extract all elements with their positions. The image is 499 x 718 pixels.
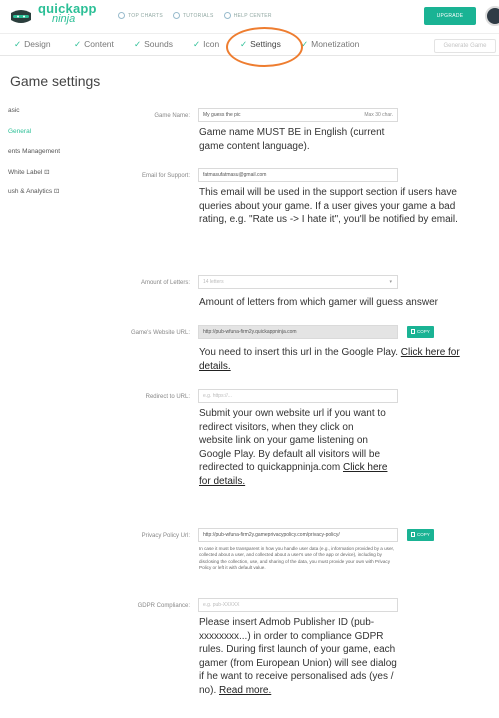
tab-sounds[interactable]: ✓ Sounds <box>134 39 173 50</box>
tab-sounds-label: Sounds <box>144 39 173 49</box>
tab-monetization-label: Monetization <box>311 39 360 49</box>
gdpr-label: GDPR Compliance: <box>137 603 190 609</box>
page-title: Game settings <box>10 73 101 89</box>
chevron-down-icon: ▾ <box>389 279 392 285</box>
nav-help-center-label: HELP CENTER <box>233 12 272 19</box>
avatar[interactable] <box>485 6 499 26</box>
privacy-policy-label: Privacy Policy Url: <box>141 533 190 539</box>
tab-content[interactable]: ✓ Content <box>74 39 114 50</box>
redirect-url-input[interactable]: e.g. https://... <box>198 389 398 403</box>
max-chars-hint: Max 30 char. <box>364 112 393 118</box>
website-url-field: http://pub-wfuna-firm2y.quickappninja.co… <box>198 325 398 339</box>
copy-icon <box>411 532 415 537</box>
game-name-input[interactable]: My guess the pic Max 30 char. <box>198 108 398 122</box>
check-icon: ✓ <box>74 39 82 49</box>
ninja-mask-icon[interactable] <box>10 9 32 24</box>
lock-icon: ⊡ <box>44 169 50 176</box>
sidebar-item-white-label[interactable]: White Label ⊡ <box>8 168 50 176</box>
website-url-help-text: You need to insert this url in the Googl… <box>199 347 399 358</box>
help-icon <box>223 12 231 19</box>
privacy-policy-help: In case it must be transparent in how yo… <box>199 546 395 571</box>
top-nav: TOP CHARTS TUTORIALS HELP CENTER <box>118 12 272 19</box>
gdpr-input[interactable]: e.g. pub-XXXXX <box>198 598 398 612</box>
lock-icon: ⊡ <box>53 188 60 195</box>
letters-select[interactable]: 14 letters ▾ <box>198 275 398 289</box>
sidebar-item-events-management[interactable]: ents Management <box>8 148 60 155</box>
copy-icon <box>411 329 415 334</box>
chart-icon <box>118 12 125 19</box>
redirect-url-label: Redirect to URL: <box>145 394 190 400</box>
nav-top-charts[interactable]: TOP CHARTS <box>118 12 163 19</box>
redirect-url-placeholder: e.g. https://... <box>203 393 232 399</box>
sidebar-item-push-analytics-text: ush & Analytics <box>8 188 53 195</box>
generate-game-button[interactable]: Generate Game <box>434 39 496 53</box>
website-url-value: http://pub-wfuna-firm2y.quickappninja.co… <box>203 329 297 335</box>
support-email-help: This email will be used in the support s… <box>199 187 458 225</box>
sidebar-item-white-label-text: White Label <box>8 169 43 176</box>
tab-icon[interactable]: ✓ Icon <box>193 39 219 50</box>
tab-icon-label: Icon <box>203 39 220 49</box>
logo[interactable]: quickapp ninja <box>38 2 97 25</box>
redirect-url-help: Submit your own website url if you want … <box>199 407 389 488</box>
check-icon: ✓ <box>134 39 142 49</box>
check-icon: ✓ <box>14 39 22 49</box>
gdpr-read-more-link[interactable]: Read more. <box>219 685 271 696</box>
game-name-label: Game Name: <box>154 113 190 119</box>
copy-privacy-url-label: COPY <box>417 532 430 537</box>
support-email-label: Email for Support: <box>141 173 190 179</box>
upgrade-button[interactable]: UPGRADE <box>424 7 476 25</box>
nav-help-center[interactable]: HELP CENTER <box>223 12 272 19</box>
letters-label: Amount of Letters: <box>140 280 190 286</box>
website-url-label: Game's Website URL: <box>130 330 190 336</box>
privacy-policy-value: http://pub-wfuna-firm2y.gameprivacypolic… <box>203 532 340 538</box>
sidebar-item-basic[interactable]: asic <box>8 107 20 114</box>
copy-website-url-label: COPY <box>417 329 430 334</box>
settings-highlight-annotation <box>226 27 303 67</box>
letters-value: 14 letters <box>203 279 224 285</box>
tab-monetization[interactable]: ✓ Monetization <box>301 39 359 50</box>
website-url-help: You need to insert this url in the Googl… <box>199 346 484 373</box>
sidebar-item-push-analytics[interactable]: ush & Analytics ⊡ <box>8 187 59 195</box>
privacy-policy-input[interactable]: http://pub-wfuna-firm2y.gameprivacypolic… <box>198 528 398 542</box>
nav-top-charts-label: TOP CHARTS <box>128 12 163 19</box>
copy-privacy-url-button[interactable]: COPY <box>407 529 434 541</box>
support-email-input[interactable]: fatmasufatmasu@gmail.com <box>198 168 398 182</box>
tab-design-label: Design <box>24 39 51 49</box>
nav-tutorials-label: TUTORIALS <box>182 12 214 19</box>
sidebar-item-general[interactable]: General <box>8 128 31 135</box>
tab-content-label: Content <box>84 39 114 49</box>
tutorial-icon <box>172 12 180 19</box>
gdpr-help: Please insert Admob Publisher ID (pub-xx… <box>199 616 399 697</box>
game-name-help: Game name MUST BE in English (current ga… <box>199 127 385 152</box>
copy-website-url-button[interactable]: COPY <box>407 326 434 338</box>
letters-help: Amount of letters from which gamer will … <box>199 297 438 308</box>
tab-design[interactable]: ✓ Design <box>14 39 51 50</box>
nav-tutorials[interactable]: TUTORIALS <box>172 12 214 19</box>
check-icon: ✓ <box>193 39 201 49</box>
gdpr-placeholder: e.g. pub-XXXXX <box>203 602 240 608</box>
support-email-value: fatmasufatmasu@gmail.com <box>203 172 267 178</box>
game-name-value: My guess the pic <box>203 112 241 118</box>
